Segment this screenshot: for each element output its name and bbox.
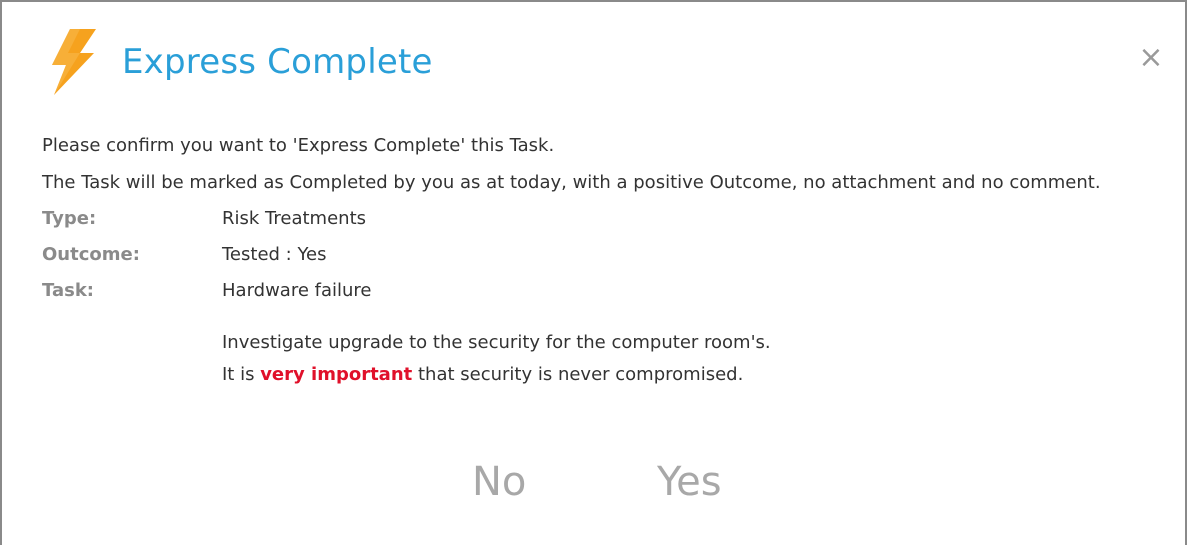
message-line-1: Please confirm you want to 'Express Comp… <box>42 135 555 156</box>
detail-row-type: Type: Risk Treatments <box>42 201 1152 237</box>
lightning-bolt-icon <box>52 29 96 95</box>
express-complete-dialog: Express Complete × Please confirm you wa… <box>0 0 1187 545</box>
task-value: Hardware failure <box>222 280 372 301</box>
task-label: Task: <box>42 280 94 301</box>
confirmation-message: Please confirm you want to 'Express Comp… <box>42 127 1152 201</box>
close-icon[interactable]: × <box>1133 40 1169 76</box>
description-line-2: It is very important that security is ne… <box>222 359 1152 391</box>
yes-button[interactable]: Yes <box>657 454 722 510</box>
task-description: Investigate upgrade to the security for … <box>222 327 1152 391</box>
dialog-header: Express Complete <box>40 22 433 102</box>
dialog-body: Please confirm you want to 'Express Comp… <box>42 127 1152 391</box>
description-line-1: Investigate upgrade to the security for … <box>222 332 771 353</box>
type-label: Type: <box>42 208 97 229</box>
detail-row-task: Task: Hardware failure <box>42 273 1152 309</box>
message-line-2: The Task will be marked as Completed by … <box>42 172 1101 193</box>
outcome-label: Outcome: <box>42 244 140 265</box>
type-value: Risk Treatments <box>222 208 366 229</box>
no-button[interactable]: No <box>472 454 526 510</box>
dialog-actions: No Yes <box>2 454 1187 514</box>
description-line-2-after: that security is never compromised. <box>412 364 744 385</box>
outcome-value: Tested : Yes <box>222 244 327 265</box>
description-emphasis: very important <box>260 364 413 385</box>
description-line-2-before: It is <box>222 364 261 385</box>
dialog-title: Express Complete <box>122 42 433 82</box>
detail-row-outcome: Outcome: Tested : Yes <box>42 237 1152 273</box>
